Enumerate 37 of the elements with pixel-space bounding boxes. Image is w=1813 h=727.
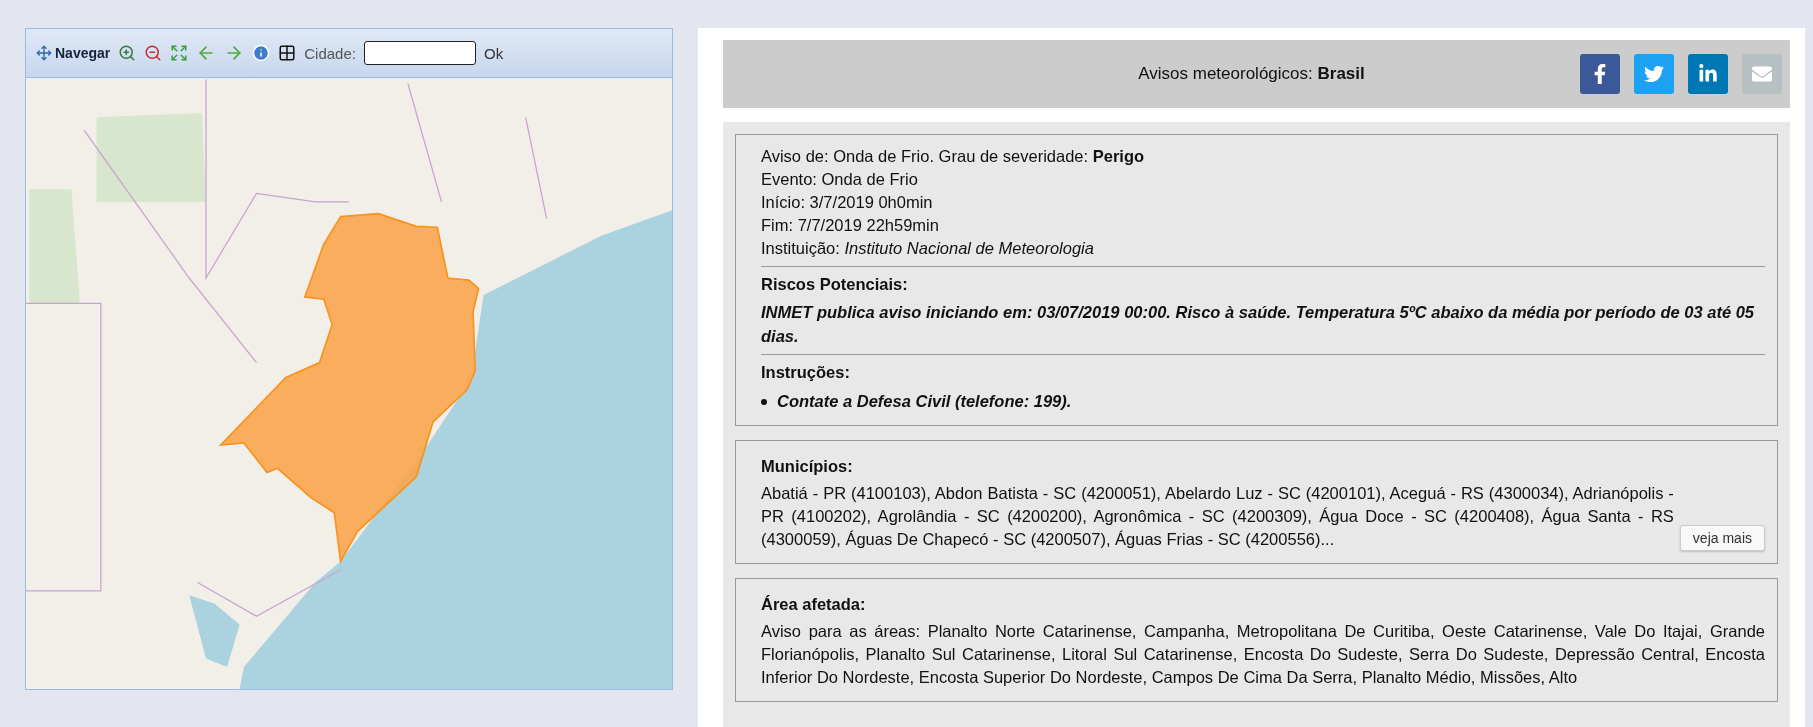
zoom-out-icon bbox=[144, 44, 163, 62]
zoom-out-button[interactable] bbox=[144, 44, 163, 62]
section-heading: Área afetada: bbox=[761, 594, 867, 615]
move-icon bbox=[36, 45, 52, 61]
ok-button[interactable]: Ok bbox=[483, 44, 504, 62]
instruction-text: Contate a Defesa Civil (telefone: 199). bbox=[777, 391, 1072, 412]
twitter-share-button[interactable] bbox=[1634, 54, 1674, 94]
twitter-icon bbox=[1644, 64, 1664, 84]
navigate-button[interactable]: Navegar bbox=[36, 45, 111, 61]
facebook-share-button[interactable] bbox=[1580, 54, 1620, 94]
zoom-in-button[interactable] bbox=[118, 44, 137, 62]
affected-area-text: Aviso para as áreas: Planalto Norte Catarinense, Campanha, Metropolitana De Curitiba, Oeste Catarinense, Vale Do Itajai, Grande Florianópolis, Planalto Sul Catarinense, Litoral Sul Catarinense, Encosta Do Sudeste, Serra Do Sudeste, Depressão Central, Encosta Inferior Do Nordeste, Encosta Superior Do Nordeste, Campos De Cima Da Serra, Planalto Médio, Missões, Alto bbox=[761, 621, 1765, 688]
alert-detail: Início: 3/7/2019 0h0min bbox=[761, 192, 934, 213]
section-heading: Instruções: bbox=[761, 362, 851, 383]
grid-button[interactable] bbox=[278, 44, 297, 62]
page-title: Avisos meteorológicos: Brasil bbox=[1137, 64, 1366, 84]
expand-icon bbox=[170, 44, 189, 62]
mail-icon bbox=[1752, 64, 1772, 84]
alert-detail: Evento: Onda de Frio bbox=[761, 169, 919, 190]
section-heading: Riscos Potenciais: bbox=[761, 274, 909, 295]
grid-icon bbox=[278, 44, 297, 62]
city-label: Cidade: bbox=[304, 44, 356, 62]
risk-text: INMET publica aviso iniciando em: 03/07/2019 00:00. Risco à saúde. Temperatura 5ºC abaixo da média por período de 03 até 05 dias. bbox=[761, 302, 1756, 347]
municipalities-text: Abatiá - PR (4100103), Abdon Batista - SC (4200051), Abelardo Luz - SC (4200101), Aceguá - RS (4300034), Adrianópolis - PR (4100202), Agrolândia - SC (4200200), Agronômica - SC (4200309), Água Doce - SC (4200408), Água Santa - RS (4300059), Águas De Chapecó - SC (4200507), Águas Frias - SC (4200556)... bbox=[761, 483, 1674, 550]
alert-detail: Aviso de: Onda de Frio. Grau de severidade: Perigo bbox=[761, 146, 1146, 167]
bullet-icon bbox=[761, 398, 767, 405]
section-heading: Municípios: bbox=[761, 456, 854, 477]
info-icon bbox=[252, 44, 271, 62]
info-button[interactable] bbox=[252, 44, 271, 62]
alert-detail: Instituição: Instituto Nacional de Meteorologia bbox=[761, 238, 1095, 259]
city-input-field[interactable] bbox=[363, 41, 476, 65]
linkedin-share-button[interactable] bbox=[1688, 54, 1728, 94]
alert-detail: Fim: 7/7/2019 22h59min bbox=[761, 215, 940, 236]
full-extent-button[interactable] bbox=[170, 44, 189, 62]
see-more-button[interactable]: veja mais bbox=[1679, 525, 1765, 551]
linkedin-icon bbox=[1698, 64, 1718, 84]
zoom-in-icon bbox=[118, 44, 137, 62]
